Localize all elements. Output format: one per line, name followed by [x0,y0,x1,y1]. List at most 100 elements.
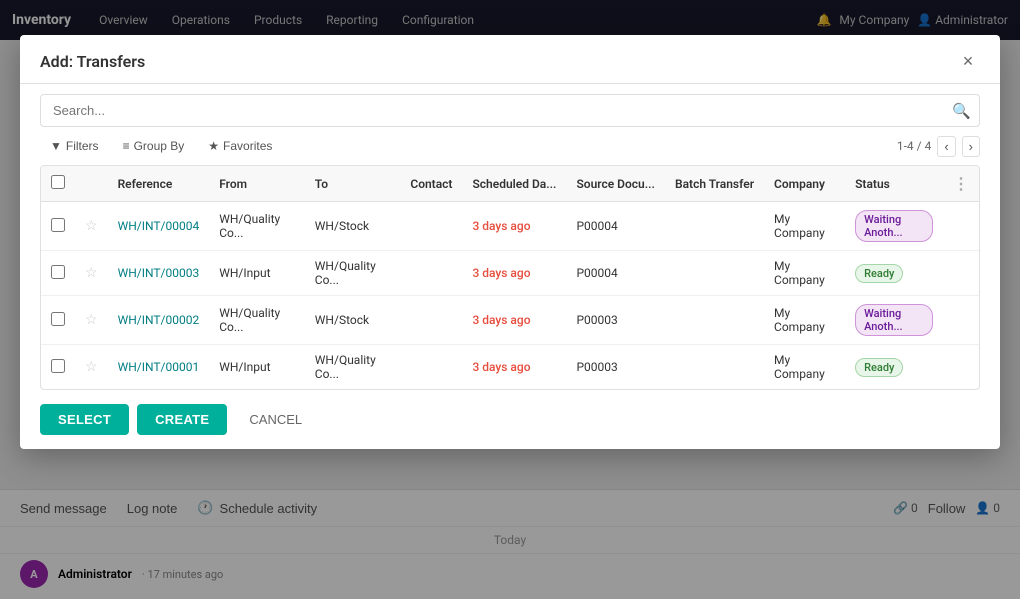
header-to[interactable]: To [305,166,401,202]
table-body: ☆ WH/INT/00004 WH/Quality Co... WH/Stock… [41,202,979,390]
row-company: My Company [764,296,845,345]
row-company: My Company [764,345,845,390]
row-more[interactable] [943,202,979,251]
groupby-icon: ≡ [123,139,130,153]
row-from: WH/Quality Co... [209,202,305,251]
row-source-doc: P00004 [566,251,665,296]
row-star-cell[interactable]: ☆ [75,202,108,251]
table-row: ☆ WH/INT/00002 WH/Quality Co... WH/Stock… [41,296,979,345]
row-scheduled-date: 3 days ago [462,296,566,345]
row-status: Ready [845,251,943,296]
favorite-star-0[interactable]: ☆ [85,218,98,234]
row-status: Waiting Anoth... [845,296,943,345]
status-badge: Waiting Anoth... [855,210,933,242]
cancel-button[interactable]: CANCEL [235,404,316,435]
create-button[interactable]: CREATE [137,404,227,435]
header-scheduled-date[interactable]: Scheduled Da... [462,166,566,202]
row-company: My Company [764,202,845,251]
pagination-section: 1-4 / 4 ‹ › [897,136,980,157]
favorite-star-1[interactable]: ☆ [85,265,98,281]
search-button[interactable]: 🔍 [952,102,971,120]
status-badge: Waiting Anoth... [855,304,933,336]
add-transfers-dialog: Add: Transfers × 🔍 ▼ Filters ≡ Group By … [20,35,1000,449]
row-to: WH/Quality Co... [305,251,401,296]
row-more[interactable] [943,345,979,390]
dialog-header: Add: Transfers × [20,35,1000,84]
row-star-cell[interactable]: ☆ [75,296,108,345]
groupby-label: Group By [134,139,185,153]
row-checkbox-3[interactable] [51,359,65,373]
header-company[interactable]: Company [764,166,845,202]
header-reference[interactable]: Reference [108,166,210,202]
row-checkbox-2[interactable] [51,312,65,326]
dialog-close-button[interactable]: × [956,49,980,73]
prev-page-button[interactable]: ‹ [937,136,955,157]
row-from: WH/Quality Co... [209,296,305,345]
dialog-footer: SELECT CREATE CANCEL [20,390,1000,449]
filter-left-group: ▼ Filters ≡ Group By ★ Favorites [40,135,282,157]
row-checkbox-0[interactable] [51,218,65,232]
table-row: ☆ WH/INT/00004 WH/Quality Co... WH/Stock… [41,202,979,251]
row-checkbox-cell[interactable] [41,296,75,345]
row-status: Ready [845,345,943,390]
row-checkbox-1[interactable] [51,265,65,279]
reference-link[interactable]: WH/INT/00002 [118,313,200,327]
row-contact [400,296,462,345]
row-scheduled-date: 3 days ago [462,202,566,251]
row-to: WH/Quality Co... [305,345,401,390]
row-reference[interactable]: WH/INT/00001 [108,345,210,390]
row-status: Waiting Anoth... [845,202,943,251]
row-contact [400,202,462,251]
reference-link[interactable]: WH/INT/00004 [118,219,200,233]
row-source-doc: P00004 [566,202,665,251]
select-button[interactable]: SELECT [40,404,129,435]
favorites-label: Favorites [223,139,272,153]
status-badge: Ready [855,358,903,377]
row-batch-transfer [665,296,764,345]
next-page-button[interactable]: › [962,136,980,157]
row-checkbox-cell[interactable] [41,202,75,251]
select-all-checkbox[interactable] [51,175,65,189]
row-contact [400,345,462,390]
row-batch-transfer [665,345,764,390]
row-star-cell[interactable]: ☆ [75,345,108,390]
pagination-text: 1-4 / 4 [897,139,931,153]
row-more[interactable] [943,251,979,296]
table-header-row: Reference From To Contact Scheduled Da..… [41,166,979,202]
header-status[interactable]: Status [845,166,943,202]
status-badge: Ready [855,264,903,283]
row-batch-transfer [665,251,764,296]
table-row: ☆ WH/INT/00003 WH/Input WH/Quality Co...… [41,251,979,296]
header-select-all[interactable] [41,166,75,202]
favorites-button[interactable]: ★ Favorites [198,135,282,157]
row-reference[interactable]: WH/INT/00002 [108,296,210,345]
row-scheduled-date: 3 days ago [462,345,566,390]
groupby-button[interactable]: ≡ Group By [113,135,195,157]
row-checkbox-cell[interactable] [41,345,75,390]
dialog-title: Add: Transfers [40,52,145,71]
header-from[interactable]: From [209,166,305,202]
row-to: WH/Stock [305,202,401,251]
table-row: ☆ WH/INT/00001 WH/Input WH/Quality Co...… [41,345,979,390]
search-wrapper: 🔍 [40,94,980,127]
row-star-cell[interactable]: ☆ [75,251,108,296]
header-more[interactable]: ⋮ [943,166,979,202]
row-more[interactable] [943,296,979,345]
row-scheduled-date: 3 days ago [462,251,566,296]
header-batch-transfer[interactable]: Batch Transfer [665,166,764,202]
search-input[interactable] [49,95,952,126]
filter-icon: ▼ [50,139,62,153]
row-reference[interactable]: WH/INT/00004 [108,202,210,251]
row-checkbox-cell[interactable] [41,251,75,296]
transfers-table-wrapper: Reference From To Contact Scheduled Da..… [40,165,980,390]
filters-button[interactable]: ▼ Filters [40,135,109,157]
star-icon: ★ [208,139,219,153]
header-contact[interactable]: Contact [400,166,462,202]
row-from: WH/Input [209,345,305,390]
favorite-star-2[interactable]: ☆ [85,312,98,328]
reference-link[interactable]: WH/INT/00003 [118,266,200,280]
header-source-doc[interactable]: Source Docu... [566,166,665,202]
row-reference[interactable]: WH/INT/00003 [108,251,210,296]
favorite-star-3[interactable]: ☆ [85,359,98,375]
reference-link[interactable]: WH/INT/00001 [118,360,200,374]
